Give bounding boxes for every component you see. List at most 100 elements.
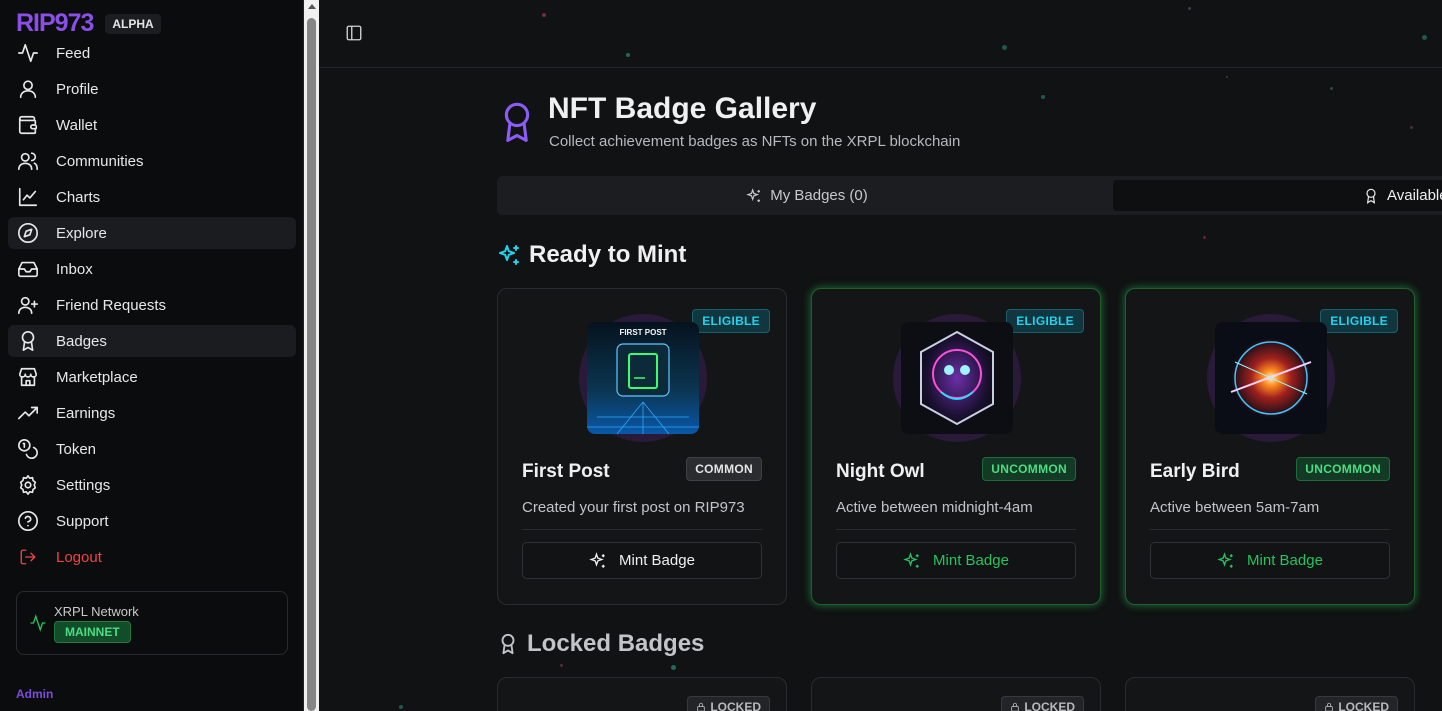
locked-badge-card: LOCKED [1125,677,1415,711]
sidebar-item-inbox[interactable]: Inbox [8,253,296,285]
user-plus-icon [16,293,40,317]
eligible-badge: ELIGIBLE [1006,309,1084,333]
badge-description: Active between 5am-7am [1150,499,1320,516]
sidebar-item-charts[interactable]: Charts [8,181,296,213]
night-owl-art [901,322,1013,434]
network-badge: MAINNET [54,621,131,643]
mint-badge-button[interactable]: Mint Badge [1150,542,1390,579]
sparkles-icon [903,551,919,568]
badge-art-night-owl [893,314,1021,442]
sidebar-item-label: Friend Requests [56,296,167,314]
wallet-icon [16,113,40,137]
locked-badge-card: LOCKED [811,677,1101,711]
lock-icon [1325,702,1334,711]
sidebar-item-badges[interactable]: Badges [8,325,296,357]
button-label: Mint Badge [933,552,1009,569]
activity-icon [16,41,40,65]
badge-art-first-post: FIRST POST [579,314,707,442]
topbar [319,0,1442,68]
sidebar-toggle-icon[interactable] [345,24,363,42]
section-ready-to-mint: Ready to Mint [497,241,686,269]
sidebar-item-marketplace[interactable]: Marketplace [8,361,296,393]
alpha-badge: ALPHA [105,13,161,34]
sidebar-item-label: Charts [56,188,101,206]
sidebar-item-friend-requests[interactable]: Friend Requests [8,289,296,321]
locked-label: LOCKED [1024,700,1075,711]
rarity-badge: COMMON [686,457,762,481]
sidebar-item-token[interactable]: Token [8,433,296,465]
scroll-thumb[interactable] [307,18,316,711]
sidebar-item-wallet[interactable]: Wallet [8,109,296,141]
award-icon [1366,188,1376,204]
network-label: XRPL Network [54,604,139,619]
early-bird-art [1215,322,1327,434]
sidebar-item-label: Wallet [56,116,98,134]
brand-logo[interactable]: RIP973 [16,9,94,38]
badge-art-early-bird [1207,314,1335,442]
sidebar-item-settings[interactable]: Settings [8,469,296,501]
award-icon [16,329,40,353]
divider [522,529,762,530]
rarity-badge: UNCOMMON [1296,457,1390,481]
eligible-badge: ELIGIBLE [692,309,770,333]
sidebar-scrollbar[interactable] [304,0,319,711]
page-title: NFT Badge Gallery [548,92,817,125]
sidebar-item-label: Inbox [56,260,93,278]
brand[interactable]: RIP973 ALPHA [16,9,161,38]
tab-my-badges[interactable]: My Badges (0) [501,180,1113,211]
coins-icon [16,437,40,461]
page-subtitle: Collect achievement badges as NFTs on th… [549,133,961,150]
sidebar-item-support[interactable]: Support [8,505,296,537]
lock-icon [1011,702,1020,711]
users-icon [16,149,40,173]
badge-tabs: My Badges (0) Available [497,176,1442,215]
badge-description: Created your first post on RIP973 [522,499,745,516]
locked-badge: LOCKED [1001,696,1084,711]
sidebar-item-label: Explore [56,224,107,242]
sidebar-item-label: Communities [56,152,144,170]
button-label: Mint Badge [1247,552,1323,569]
divider [836,529,1076,530]
sparkles-icon [589,551,605,568]
sidebar-item-communities[interactable]: Communities [8,145,296,177]
scroll-up-arrow[interactable] [308,4,316,9]
inbox-icon [16,257,40,281]
sidebar-item-logout[interactable]: Logout [8,541,296,573]
locked-badge: LOCKED [687,696,770,711]
sidebar-item-label: Feed [56,44,91,62]
art-caption: FIRST POST [619,328,666,337]
sidebar-nav: Feed Profile Wallet Communities Charts E… [8,37,296,577]
sidebar-item-label: Profile [56,80,99,98]
mint-badge-button[interactable]: Mint Badge [522,542,762,579]
sparkles-icon [499,245,519,265]
sidebar: RIP973 ALPHA Feed Profile Wallet Communi… [0,0,304,711]
locked-badge: LOCKED [1315,696,1398,711]
tab-label: My Badges (0) [770,187,868,204]
sidebar-item-label: Earnings [56,404,116,422]
badge-name: Early Bird [1150,461,1240,482]
store-icon [16,365,40,389]
sidebar-item-label: Support [56,512,109,530]
tab-available[interactable]: Available [1113,180,1442,211]
sidebar-item-earnings[interactable]: Earnings [8,397,296,429]
locked-label: LOCKED [1338,700,1389,711]
lock-icon [697,702,706,711]
button-label: Mint Badge [619,552,695,569]
compass-icon [16,221,40,245]
badge-name: Night Owl [836,461,925,482]
mint-badge-button[interactable]: Mint Badge [836,542,1076,579]
locked-label: LOCKED [710,700,761,711]
badge-card-early-bird: ELIGIBLE Early Bird UNCOMMON Active betw… [1125,288,1415,605]
admin-link[interactable]: Admin [16,687,53,701]
sidebar-item-profile[interactable]: Profile [8,73,296,105]
sidebar-item-label: Settings [56,476,111,494]
section-locked-badges: Locked Badges [497,630,704,658]
badge-card-first-post: ELIGIBLE FIRST POST First Post COMMON Cr… [497,288,787,605]
sidebar-item-feed[interactable]: Feed [8,37,296,69]
eligible-badge: ELIGIBLE [1320,309,1398,333]
sparkles-icon [746,187,761,202]
award-icon [500,100,534,144]
logout-icon [16,545,40,569]
section-title-text: Ready to Mint [529,241,687,268]
sidebar-item-explore[interactable]: Explore [8,217,296,249]
